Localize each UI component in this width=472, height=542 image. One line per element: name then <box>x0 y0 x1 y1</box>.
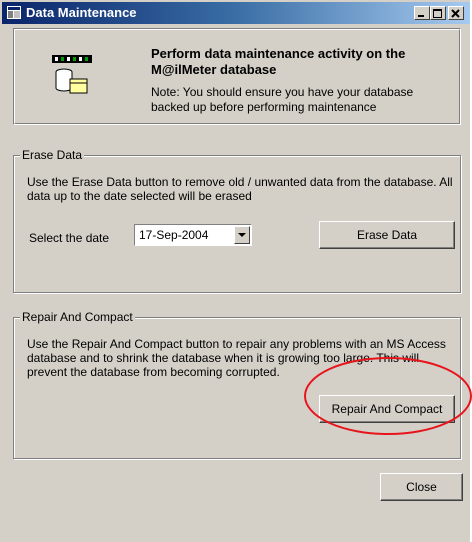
minimize-button[interactable] <box>414 6 430 20</box>
maximize-button[interactable] <box>430 6 446 20</box>
minimize-icon <box>418 15 424 17</box>
repair-compact-group-label: Repair And Compact <box>20 310 135 324</box>
annotation-circle <box>304 357 472 435</box>
header-title: Perform data maintenance activity on the… <box>151 46 406 77</box>
maximize-icon <box>433 9 442 18</box>
title-bar[interactable]: Data Maintenance <box>2 2 470 24</box>
date-dropdown-button[interactable] <box>234 226 250 244</box>
select-date-label: Select the date <box>29 231 110 245</box>
close-window-button[interactable] <box>448 6 464 20</box>
database-maintenance-icon <box>52 55 92 94</box>
date-combobox[interactable]: 17-Sep-2004 <box>134 224 252 246</box>
erase-data-description: Use the Erase Data button to remove old … <box>27 175 453 203</box>
date-value: 17-Sep-2004 <box>139 228 209 242</box>
erase-data-group-label: Erase Data <box>20 148 85 162</box>
data-maintenance-window: Data Maintenance Perform data maintenanc… <box>0 0 470 542</box>
window-title: Data Maintenance <box>26 5 137 20</box>
close-icon <box>451 9 460 18</box>
chevron-down-icon <box>238 233 246 237</box>
close-button[interactable]: Close <box>380 473 463 501</box>
window-icon <box>7 6 21 19</box>
erase-data-button[interactable]: Erase Data <box>319 221 455 249</box>
header-note: Note: You should ensure you have your da… <box>151 85 414 114</box>
